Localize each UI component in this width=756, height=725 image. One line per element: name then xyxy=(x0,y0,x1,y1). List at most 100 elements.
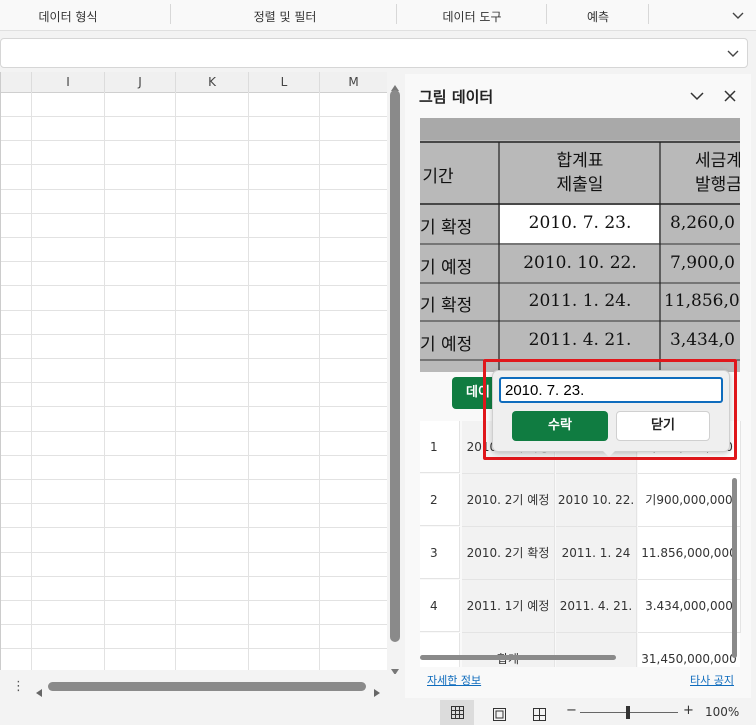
column-header-corner xyxy=(1,72,32,93)
gridline xyxy=(1,310,387,311)
gridline xyxy=(1,503,387,504)
captured-image-preview: 기간 합계표 제출일 세금계 발행금 기 확정 2010. 7. 23. 8,2… xyxy=(420,118,740,372)
panel-options-chevron-icon[interactable] xyxy=(689,88,705,107)
row-number: 4 xyxy=(420,580,460,632)
gridline xyxy=(1,431,387,432)
table-row[interactable]: 4 2011. 1기 예정 2011. 4. 21. 3.434,000,000 xyxy=(420,580,741,633)
group-forecast: 예측 xyxy=(586,10,610,24)
formula-expand-chevron-icon[interactable] xyxy=(723,43,743,63)
image-header-date: 합계표 제출일 xyxy=(556,151,604,195)
third-party-notice-link[interactable]: 타사 공지 xyxy=(690,672,734,688)
column-header-i[interactable]: I xyxy=(32,72,105,93)
table-row[interactable]: 2 2010. 2기 예정 2010 10. 22. 기900,000,000 xyxy=(420,474,741,527)
zoom-slider-thumb[interactable] xyxy=(626,706,630,719)
zoom-level[interactable]: 100% xyxy=(705,705,739,719)
image-cell: 기 확정 xyxy=(420,218,473,238)
learn-more-link[interactable]: 자세한 정보 xyxy=(427,672,481,688)
image-cell: 2011. 4. 21. xyxy=(528,330,632,350)
cell-amount[interactable]: 31,450,000,000 xyxy=(638,633,740,667)
gridline xyxy=(1,261,387,262)
cell-period[interactable]: 합계 xyxy=(462,633,555,667)
cell-amount[interactable]: 3.434,000,000 xyxy=(638,580,741,633)
page-layout-view-icon[interactable] xyxy=(493,706,506,725)
edit-value-input[interactable] xyxy=(499,377,723,403)
gridline xyxy=(319,92,320,670)
image-cell: 기 예정 xyxy=(420,335,473,355)
image-cell: 2010. 7. 23. xyxy=(528,213,632,233)
column-header-l[interactable]: L xyxy=(249,72,320,93)
gridline xyxy=(1,334,387,335)
scroll-right-arrow-icon[interactable] xyxy=(374,682,380,701)
column-header-m[interactable]: M xyxy=(320,72,387,93)
image-cell: 7,900,0 xyxy=(670,253,735,273)
gridline xyxy=(1,189,387,190)
image-cell: 11,856,0 xyxy=(664,291,740,311)
row-number: 3 xyxy=(420,527,460,579)
vertical-scroll-thumb[interactable] xyxy=(390,90,400,642)
horizontal-scroll-thumb[interactable] xyxy=(48,682,366,691)
ribbon-group-labels: 데이터 형식 정렬 및 필터 데이터 도구 예측 xyxy=(0,0,756,31)
cell-date[interactable]: 2011. 1. 24 xyxy=(556,527,637,580)
cell-period[interactable]: 2010. 2기 예정 xyxy=(462,474,555,527)
ribbon-collapse-chevron-icon[interactable] xyxy=(728,5,748,25)
gridline xyxy=(1,140,387,141)
cell-date[interactable]: 2010 10. 22. xyxy=(556,474,637,527)
formula-bar[interactable] xyxy=(0,38,748,68)
group-data-types: 데이터 형식 xyxy=(38,10,98,24)
cell-period[interactable]: 2011. 1기 예정 xyxy=(462,580,555,633)
cell-period[interactable]: 2010. 2기 확정 xyxy=(462,527,555,580)
gridline xyxy=(1,116,387,117)
close-icon[interactable] xyxy=(723,88,737,107)
table-row[interactable]: 3 2010. 2기 확정 2011. 1. 24 11.856,000,000 xyxy=(420,527,741,580)
edit-value-popup: 수락 닫기 xyxy=(492,370,730,452)
gridline xyxy=(1,552,387,553)
ribbon-separator xyxy=(546,4,547,24)
row-number xyxy=(420,633,460,667)
scroll-left-arrow-icon[interactable] xyxy=(36,682,42,701)
gridline xyxy=(1,455,387,456)
panel-horizontal-scroll-thumb[interactable] xyxy=(420,655,616,660)
row-number: 1 xyxy=(420,421,460,473)
column-header-k[interactable]: K xyxy=(176,72,249,93)
cell-amount[interactable]: 11.856,000,000 xyxy=(638,527,741,580)
popup-pointer xyxy=(602,450,616,457)
gridline xyxy=(1,237,387,238)
image-cell: 2010. 10. 22. xyxy=(523,253,637,273)
gridline xyxy=(1,527,387,528)
page-break-preview-icon[interactable] xyxy=(533,706,546,725)
gridline xyxy=(1,406,387,407)
image-cell: 8,260,0 xyxy=(670,213,735,233)
gridline xyxy=(175,92,176,670)
zoom-in-button[interactable]: + xyxy=(683,703,694,718)
worksheet-grid[interactable]: I J K L M xyxy=(0,72,387,670)
vertical-scrollbar[interactable] xyxy=(388,72,402,675)
close-button[interactable]: 닫기 xyxy=(616,411,710,441)
gridline xyxy=(1,600,387,601)
accept-button[interactable]: 수락 xyxy=(512,411,608,441)
image-header-amount: 세금계 발행금 xyxy=(695,151,740,195)
normal-view-button[interactable] xyxy=(440,700,474,725)
gridline xyxy=(31,92,32,670)
zoom-out-button[interactable]: − xyxy=(566,703,577,718)
gridline xyxy=(248,92,249,670)
panel-vertical-scroll-thumb[interactable] xyxy=(732,478,737,658)
more-options-icon[interactable]: ⋮ xyxy=(12,679,25,694)
status-bar: − + 100% xyxy=(0,700,756,725)
gridline xyxy=(1,479,387,480)
table-row[interactable]: 합계 31,450,000,000 xyxy=(420,633,740,667)
cell-date[interactable]: 2011. 4. 21. xyxy=(556,580,637,633)
image-cell: 2011. 1. 24. xyxy=(528,291,632,311)
row-number: 2 xyxy=(420,474,460,526)
gridline xyxy=(1,382,387,383)
gridline xyxy=(1,213,387,214)
gridline xyxy=(1,624,387,625)
cell-date[interactable] xyxy=(556,633,637,667)
cell-amount[interactable]: 기900,000,000 xyxy=(638,474,741,527)
panel-title: 그림 데이터 xyxy=(419,88,494,106)
image-cell: 기 확정 xyxy=(420,296,473,316)
group-sort-filter: 정렬 및 필터 xyxy=(253,10,317,24)
gridline xyxy=(1,164,387,165)
group-data-tools: 데이터 도구 xyxy=(442,10,502,24)
gridline xyxy=(104,92,105,670)
column-header-j[interactable]: J xyxy=(105,72,176,93)
